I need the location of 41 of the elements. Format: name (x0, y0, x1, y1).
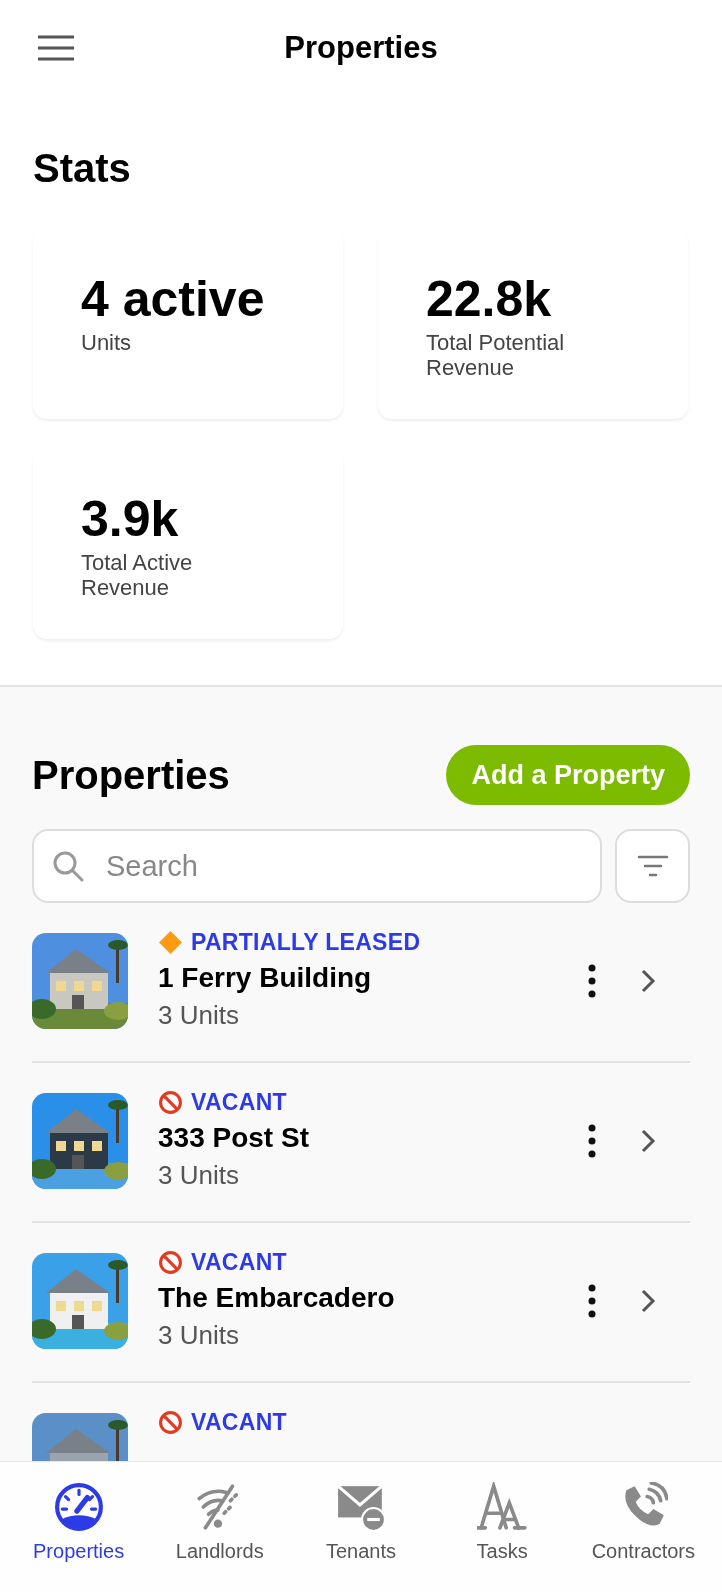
chevron-right-icon[interactable] (640, 1128, 656, 1154)
prohibited-icon (158, 1090, 183, 1115)
filter-button[interactable] (615, 829, 690, 903)
nav-tab[interactable]: Properties (8, 1462, 149, 1592)
stat-value: 22.8k (426, 274, 553, 324)
stat-label: Units (81, 330, 133, 356)
nav-tab[interactable]: Tasks (432, 1462, 573, 1592)
chevron-right-icon[interactable] (640, 968, 656, 994)
section-heading: Stats (33, 146, 132, 191)
status-label: VACANT (191, 1249, 287, 1276)
stat-label: Total Active Revenue (81, 550, 194, 601)
search-icon (52, 850, 84, 882)
stat-value: 3.9k (81, 494, 180, 544)
section-heading: Properties (32, 752, 230, 798)
filter-icon (636, 854, 669, 878)
search-field[interactable]: Search (32, 829, 602, 903)
status-label: VACANT (191, 1089, 287, 1116)
status-label: PARTIALLY LEASED (191, 929, 421, 956)
nav-tab[interactable]: Contractors (573, 1462, 714, 1592)
status-label: VACANT (191, 1409, 287, 1436)
stat-value: 4 active (81, 274, 266, 324)
property-name: 333 Post St (158, 1122, 310, 1154)
property-name: 1 Ferry Building (158, 962, 373, 994)
unit-count: 3 Units (158, 1320, 240, 1351)
more-icon[interactable] (586, 1124, 598, 1158)
more-icon[interactable] (586, 964, 598, 998)
prohibited-icon (158, 1410, 183, 1435)
nav-tab[interactable]: Tenants (290, 1462, 431, 1592)
menu-icon[interactable] (36, 34, 76, 62)
prohibited-icon (158, 1250, 183, 1275)
property-name: The Embarcadero (158, 1282, 396, 1314)
font-size-icon (477, 1482, 528, 1532)
nav-tab[interactable]: Landlords (149, 1462, 290, 1592)
gauge-icon (53, 1482, 104, 1532)
unit-count: 3 Units (158, 1000, 240, 1031)
chevron-right-icon[interactable] (640, 1288, 656, 1314)
screen-title: Properties (284, 30, 438, 66)
unit-count: 3 Units (158, 1160, 240, 1191)
diamond-icon (158, 930, 183, 955)
stat-label: Total Potential Revenue (426, 330, 566, 381)
more-icon[interactable] (586, 1284, 598, 1318)
